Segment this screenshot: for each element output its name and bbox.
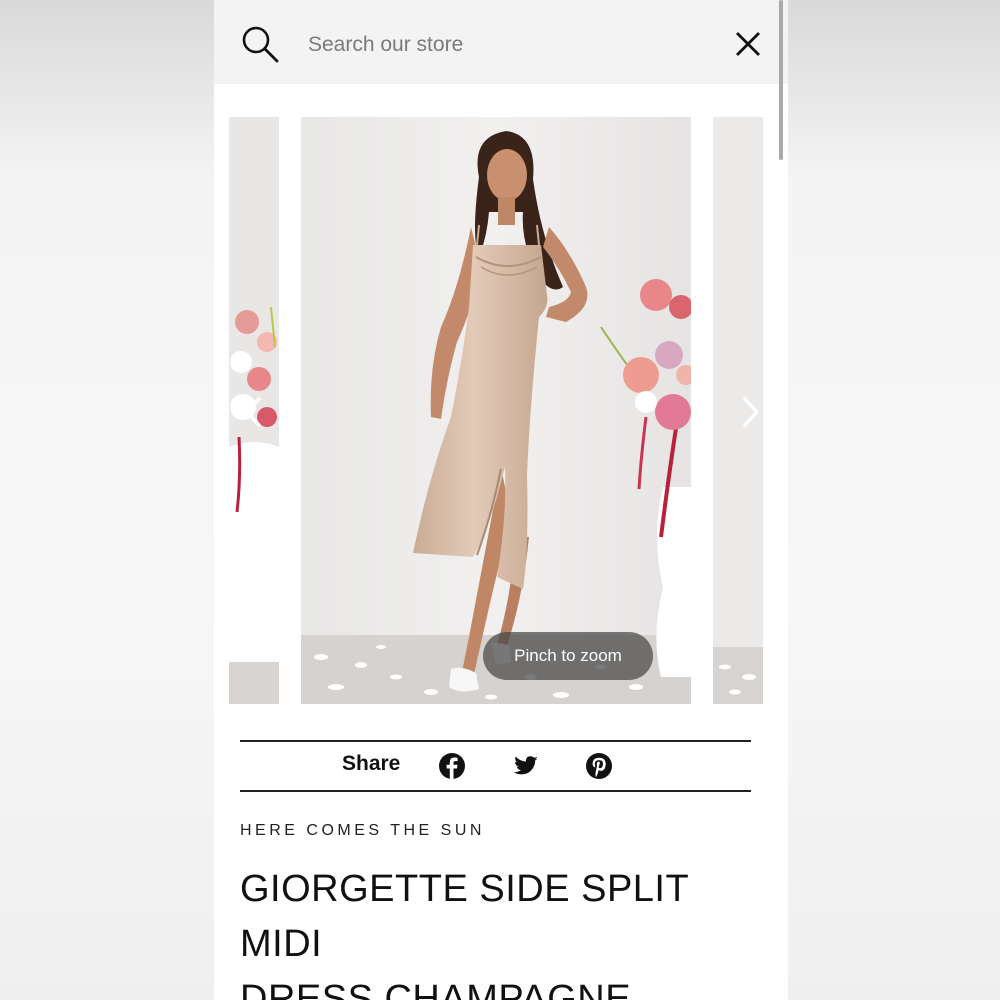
pinterest-icon[interactable] <box>585 752 613 780</box>
carousel-slide-current[interactable]: Pinch to zoom <box>301 117 691 704</box>
product-image-main <box>301 117 691 704</box>
page-scrollbar-thumb[interactable] <box>779 0 783 160</box>
share-bar: Share <box>240 740 751 792</box>
search-icon[interactable] <box>240 24 280 64</box>
search-input[interactable] <box>306 26 710 64</box>
chevron-left-icon[interactable] <box>239 395 269 429</box>
twitter-icon[interactable] <box>512 752 540 780</box>
share-label: Share <box>342 752 401 775</box>
product-title: GIORGETTE SIDE SPLIT MIDI DRESS CHAMPAGN… <box>240 862 760 1000</box>
facebook-icon[interactable] <box>438 752 466 780</box>
chevron-right-icon[interactable] <box>735 395 765 429</box>
close-icon[interactable] <box>734 30 762 58</box>
product-title-line-2: DRESS CHAMPAGNE <box>240 978 632 1000</box>
pinch-to-zoom-hint: Pinch to zoom <box>483 632 653 680</box>
product-page: Pinch to zoom Share <box>214 0 788 1000</box>
search-bar <box>214 0 788 84</box>
product-image-carousel[interactable]: Pinch to zoom <box>229 117 778 704</box>
product-title-line-1: GIORGETTE SIDE SPLIT MIDI <box>240 868 689 965</box>
product-brand[interactable]: HERE COMES THE SUN <box>240 822 485 840</box>
